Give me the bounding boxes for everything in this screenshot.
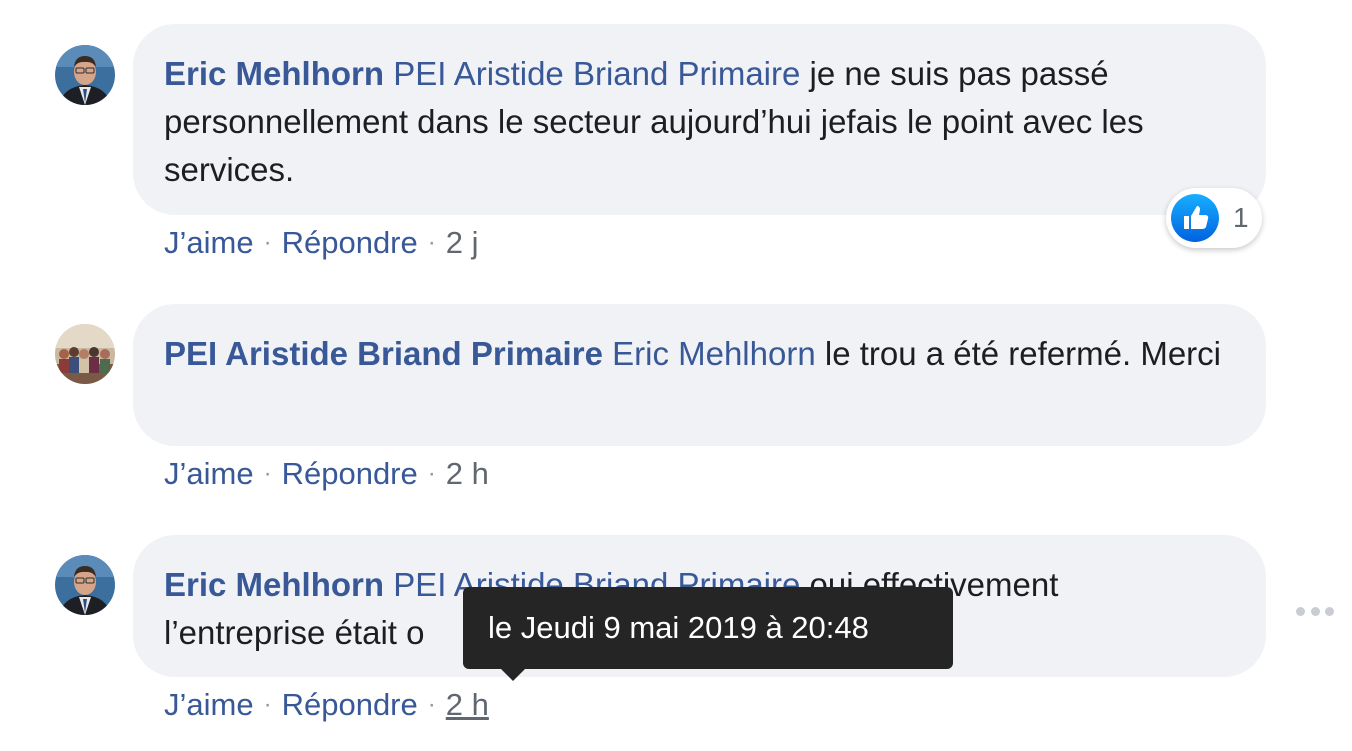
comment-actions: J’aime · Répondre · 2 h xyxy=(164,685,489,725)
comment-actions: J’aime · Répondre · 2 j xyxy=(164,223,479,263)
comment-actions: J’aime · Répondre · 2 h xyxy=(164,454,489,494)
like-link[interactable]: J’aime xyxy=(164,225,254,260)
comment-timestamp[interactable]: 2 h xyxy=(446,687,489,722)
reply-link[interactable]: Répondre xyxy=(282,687,418,722)
more-options-icon[interactable] xyxy=(1296,600,1334,622)
thumbs-up-icon xyxy=(1171,194,1219,242)
separator: · xyxy=(263,229,272,256)
separator: · xyxy=(427,460,436,487)
group-photo-avatar-icon xyxy=(55,324,115,384)
dot xyxy=(1296,606,1305,616)
person-avatar-icon xyxy=(55,555,115,615)
reaction-count: 1 xyxy=(1233,202,1249,233)
comment-text: le trou a été refermé. Merci xyxy=(824,335,1222,372)
comment-author[interactable]: Eric Mehlhorn xyxy=(164,55,384,92)
person-avatar-icon xyxy=(55,45,115,105)
avatar[interactable] xyxy=(55,324,115,384)
reply-link[interactable]: Répondre xyxy=(282,225,418,260)
comment-timestamp[interactable]: 2 h xyxy=(446,456,489,491)
like-link[interactable]: J’aime xyxy=(164,456,254,491)
dot xyxy=(1325,606,1334,616)
separator: · xyxy=(427,691,436,718)
avatar[interactable] xyxy=(55,555,115,615)
comment-bubble: PEI Aristide Briand Primaire Eric Mehlho… xyxy=(133,304,1266,446)
avatar[interactable] xyxy=(55,45,115,105)
reply-link[interactable]: Répondre xyxy=(282,456,418,491)
timestamp-tooltip: le Jeudi 9 mai 2019 à 20:48 xyxy=(463,587,953,669)
comment-bubble: Eric Mehlhorn PEI Aristide Briand Primai… xyxy=(133,24,1266,215)
comment-timestamp[interactable]: 2 j xyxy=(446,225,479,260)
tooltip-arrow xyxy=(500,668,526,681)
separator: · xyxy=(263,691,272,718)
comment-mention[interactable]: PEI Aristide Briand Primaire xyxy=(393,55,800,92)
separator: · xyxy=(263,460,272,487)
comment-author[interactable]: PEI Aristide Briand Primaire xyxy=(164,335,603,372)
dot xyxy=(1310,606,1320,616)
like-link[interactable]: J’aime xyxy=(164,687,254,722)
comment-author[interactable]: Eric Mehlhorn xyxy=(164,566,384,603)
separator: · xyxy=(427,229,436,256)
reaction-summary[interactable]: 1 xyxy=(1166,188,1262,248)
comment-mention[interactable]: Eric Mehlhorn xyxy=(612,335,816,372)
